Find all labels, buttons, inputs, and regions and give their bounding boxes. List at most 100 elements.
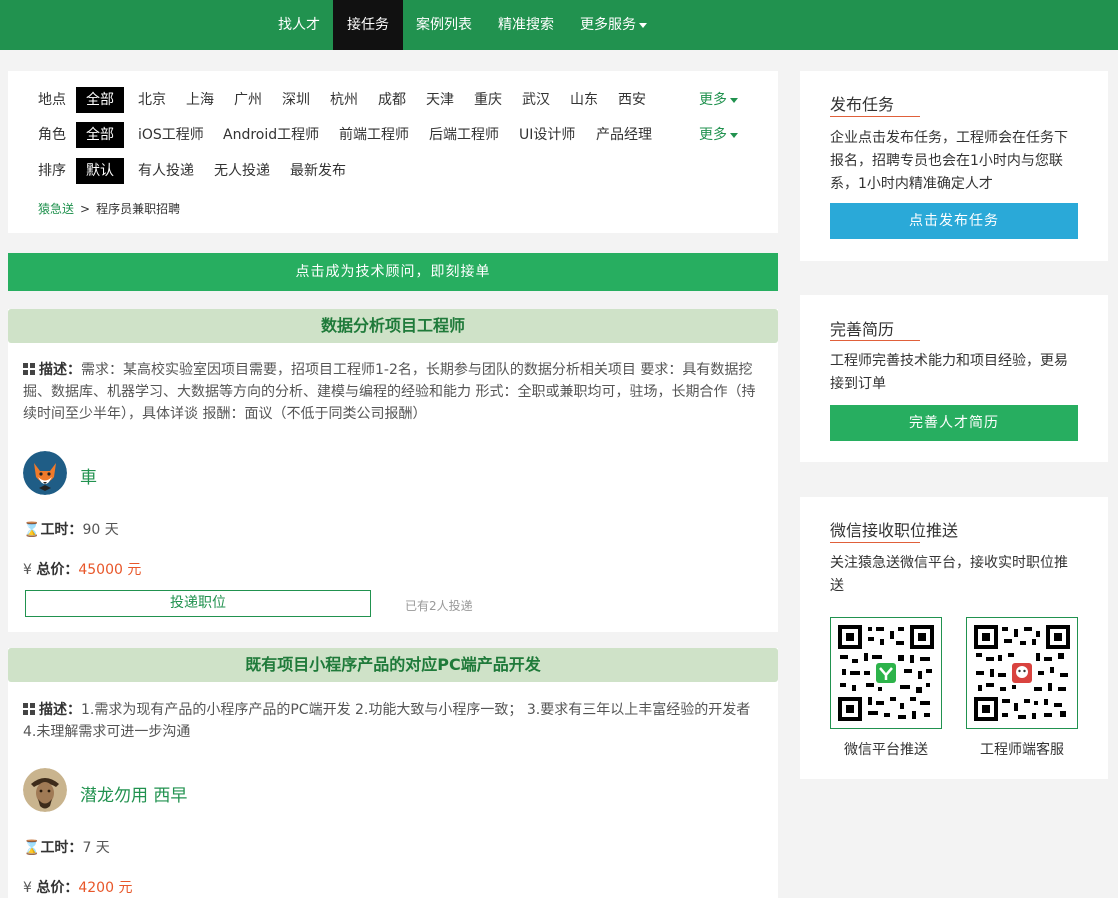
complete-resume-button[interactable]: 完善人才简历 [830, 405, 1078, 441]
sort-option[interactable]: 无人投递 [214, 158, 270, 184]
sort-option[interactable]: 最新发布 [290, 158, 346, 184]
grid-icon [23, 363, 35, 375]
location-option[interactable]: 北京 [138, 87, 166, 113]
top-nav: 找人才 接任务 案例列表 精准搜索 更多服务 [0, 0, 1118, 50]
job-title[interactable]: 数据分析项目工程师 [8, 309, 778, 343]
author-name[interactable]: 車 [80, 463, 97, 488]
description-text: 需求：某高校实验室因项目需要，招项目工程师1-2名，长期参与团队的数据分析相关项… [23, 362, 756, 422]
role-option[interactable]: UI设计师 [519, 122, 575, 148]
location-more-button[interactable]: 更多 [699, 87, 738, 113]
hourglass-icon: ⌛ [23, 522, 41, 538]
location-option[interactable]: 西安 [618, 87, 646, 113]
breadcrumb-separator: > [80, 202, 91, 216]
publish-task-panel: 发布任务 企业点击发布任务，工程师会在任务下报名，招聘专员也会在1小时内与您联系… [800, 71, 1108, 261]
qr-code-icon [838, 625, 934, 721]
wechat-qr-code [830, 617, 942, 729]
duration-line: ⌛工时：7 天 [23, 837, 110, 857]
location-option[interactable]: 重庆 [474, 87, 502, 113]
applied-count: 已有2人投递 [405, 599, 473, 613]
resume-text: 工程师完善技术能力和项目经验，更易接到订单 [830, 353, 1068, 392]
breadcrumb-current: 程序员兼职招聘 [96, 202, 181, 216]
role-more-button[interactable]: 更多 [699, 122, 738, 148]
nav-find-talent[interactable]: 找人才 [264, 0, 334, 50]
location-option[interactable]: 广州 [234, 87, 262, 113]
service-qr-code [966, 617, 1078, 729]
fox-avatar-icon [23, 451, 67, 495]
location-option[interactable]: 杭州 [330, 87, 358, 113]
resume-title: 完善简历 [830, 320, 895, 339]
role-option-all[interactable]: 全部 [76, 122, 124, 148]
location-option[interactable]: 武汉 [522, 87, 550, 113]
grid-icon [23, 703, 35, 715]
chevron-down-icon [730, 132, 738, 138]
nav-take-task[interactable]: 接任务 [333, 0, 403, 50]
job-description: 描述：1.需求为现有产品的小程序产品的PC端开发 2.功能大致与小程序一致； 3… [23, 699, 763, 743]
service-qr-caption: 工程师端客服 [980, 742, 1064, 758]
yen-icon: ¥ [23, 880, 37, 896]
hourglass-icon: ⌛ [23, 840, 41, 856]
pirate-avatar-icon [23, 768, 67, 812]
duration-label: 工时： [40, 522, 83, 538]
duration-value: 90 天 [82, 522, 119, 538]
chevron-down-icon [639, 22, 647, 28]
job-card: 数据分析项目工程师 描述：需求：某高校实验室因项目需要，招项目工程师1-2名，长… [8, 309, 778, 632]
location-option[interactable]: 深圳 [282, 87, 310, 113]
chevron-down-icon [730, 97, 738, 103]
nav-case-list[interactable]: 案例列表 [402, 0, 486, 50]
nav-more-services[interactable]: 更多服务 [566, 0, 661, 50]
description-label: 描述： [39, 362, 81, 378]
location-filter-row: 地点 全部 北京 上海 广州 深圳 杭州 成都 天津 重庆 武汉 山东 西安 更… [8, 87, 778, 113]
role-option[interactable]: iOS工程师 [138, 122, 204, 148]
title-underline [830, 542, 920, 543]
location-more-label: 更多 [699, 92, 727, 108]
job-title[interactable]: 既有项目小程序产品的对应PC端产品开发 [8, 648, 778, 682]
avatar[interactable] [23, 768, 67, 812]
price-label: 总价： [36, 562, 79, 578]
job-description: 描述：需求：某高校实验室因项目需要，招项目工程师1-2名，长期参与团队的数据分析… [23, 359, 763, 425]
role-option[interactable]: 后端工程师 [429, 122, 499, 148]
avatar[interactable] [23, 451, 67, 495]
title-underline [830, 340, 920, 341]
price-value: 4200 元 [78, 880, 133, 896]
resume-panel: 完善简历 工程师完善技术能力和项目经验，更易接到订单 完善人才简历 [800, 295, 1108, 462]
role-option[interactable]: 前端工程师 [339, 122, 409, 148]
location-option[interactable]: 天津 [426, 87, 454, 113]
location-option[interactable]: 成都 [378, 87, 406, 113]
location-label: 地点 [38, 92, 66, 108]
location-option[interactable]: 山东 [570, 87, 598, 113]
duration-value: 7 天 [82, 840, 110, 856]
description-text: 1.需求为现有产品的小程序产品的PC端开发 2.功能大致与小程序一致； 3.要求… [23, 702, 751, 740]
become-consultant-button[interactable]: 点击成为技术顾问，即刻接单 [8, 253, 778, 291]
wechat-title: 微信接收职位推送 [830, 521, 959, 540]
nav-precise-search[interactable]: 精准搜索 [484, 0, 568, 50]
apply-button[interactable]: 投递职位 [25, 590, 371, 617]
sort-option-default[interactable]: 默认 [76, 158, 124, 184]
duration-label: 工时： [40, 840, 83, 856]
location-option-all[interactable]: 全部 [76, 87, 124, 113]
role-option[interactable]: Android工程师 [223, 122, 319, 148]
price-label: 总价： [36, 880, 79, 896]
qr-code-icon [974, 625, 1070, 721]
role-filter-row: 角色 全部 iOS工程师 Android工程师 前端工程师 后端工程师 UI设计… [8, 122, 778, 148]
breadcrumb: 猿急送 > 程序员兼职招聘 [38, 200, 180, 217]
role-more-label: 更多 [699, 127, 727, 143]
location-option[interactable]: 上海 [186, 87, 214, 113]
breadcrumb-home-link[interactable]: 猿急送 [38, 202, 74, 216]
title-underline [830, 116, 920, 117]
price-line: ¥ 总价：45000 元 [23, 559, 141, 579]
wechat-panel: 微信接收职位推送 关注猿急送微信平台，接收实时职位推送 微信平台推送 工程师端客… [800, 497, 1108, 779]
author-name[interactable]: 潜龙勿用 西早 [80, 781, 187, 806]
filter-panel: 地点 全部 北京 上海 广州 深圳 杭州 成都 天津 重庆 武汉 山东 西安 更… [8, 71, 778, 233]
job-card: 既有项目小程序产品的对应PC端产品开发 描述：1.需求为现有产品的小程序产品的P… [8, 648, 778, 898]
sort-option[interactable]: 有人投递 [138, 158, 194, 184]
nav-more-label: 更多服务 [580, 17, 636, 33]
price-value: 45000 元 [78, 562, 142, 578]
role-option[interactable]: 产品经理 [596, 122, 652, 148]
wechat-text: 关注猿急送微信平台，接收实时职位推送 [830, 555, 1068, 594]
sort-filter-row: 排序 默认 有人投递 无人投递 最新发布 [8, 158, 778, 184]
duration-line: ⌛工时：90 天 [23, 519, 119, 539]
sort-label: 排序 [38, 163, 66, 179]
role-label: 角色 [38, 127, 66, 143]
description-label: 描述： [39, 702, 81, 718]
publish-task-button[interactable]: 点击发布任务 [830, 203, 1078, 239]
